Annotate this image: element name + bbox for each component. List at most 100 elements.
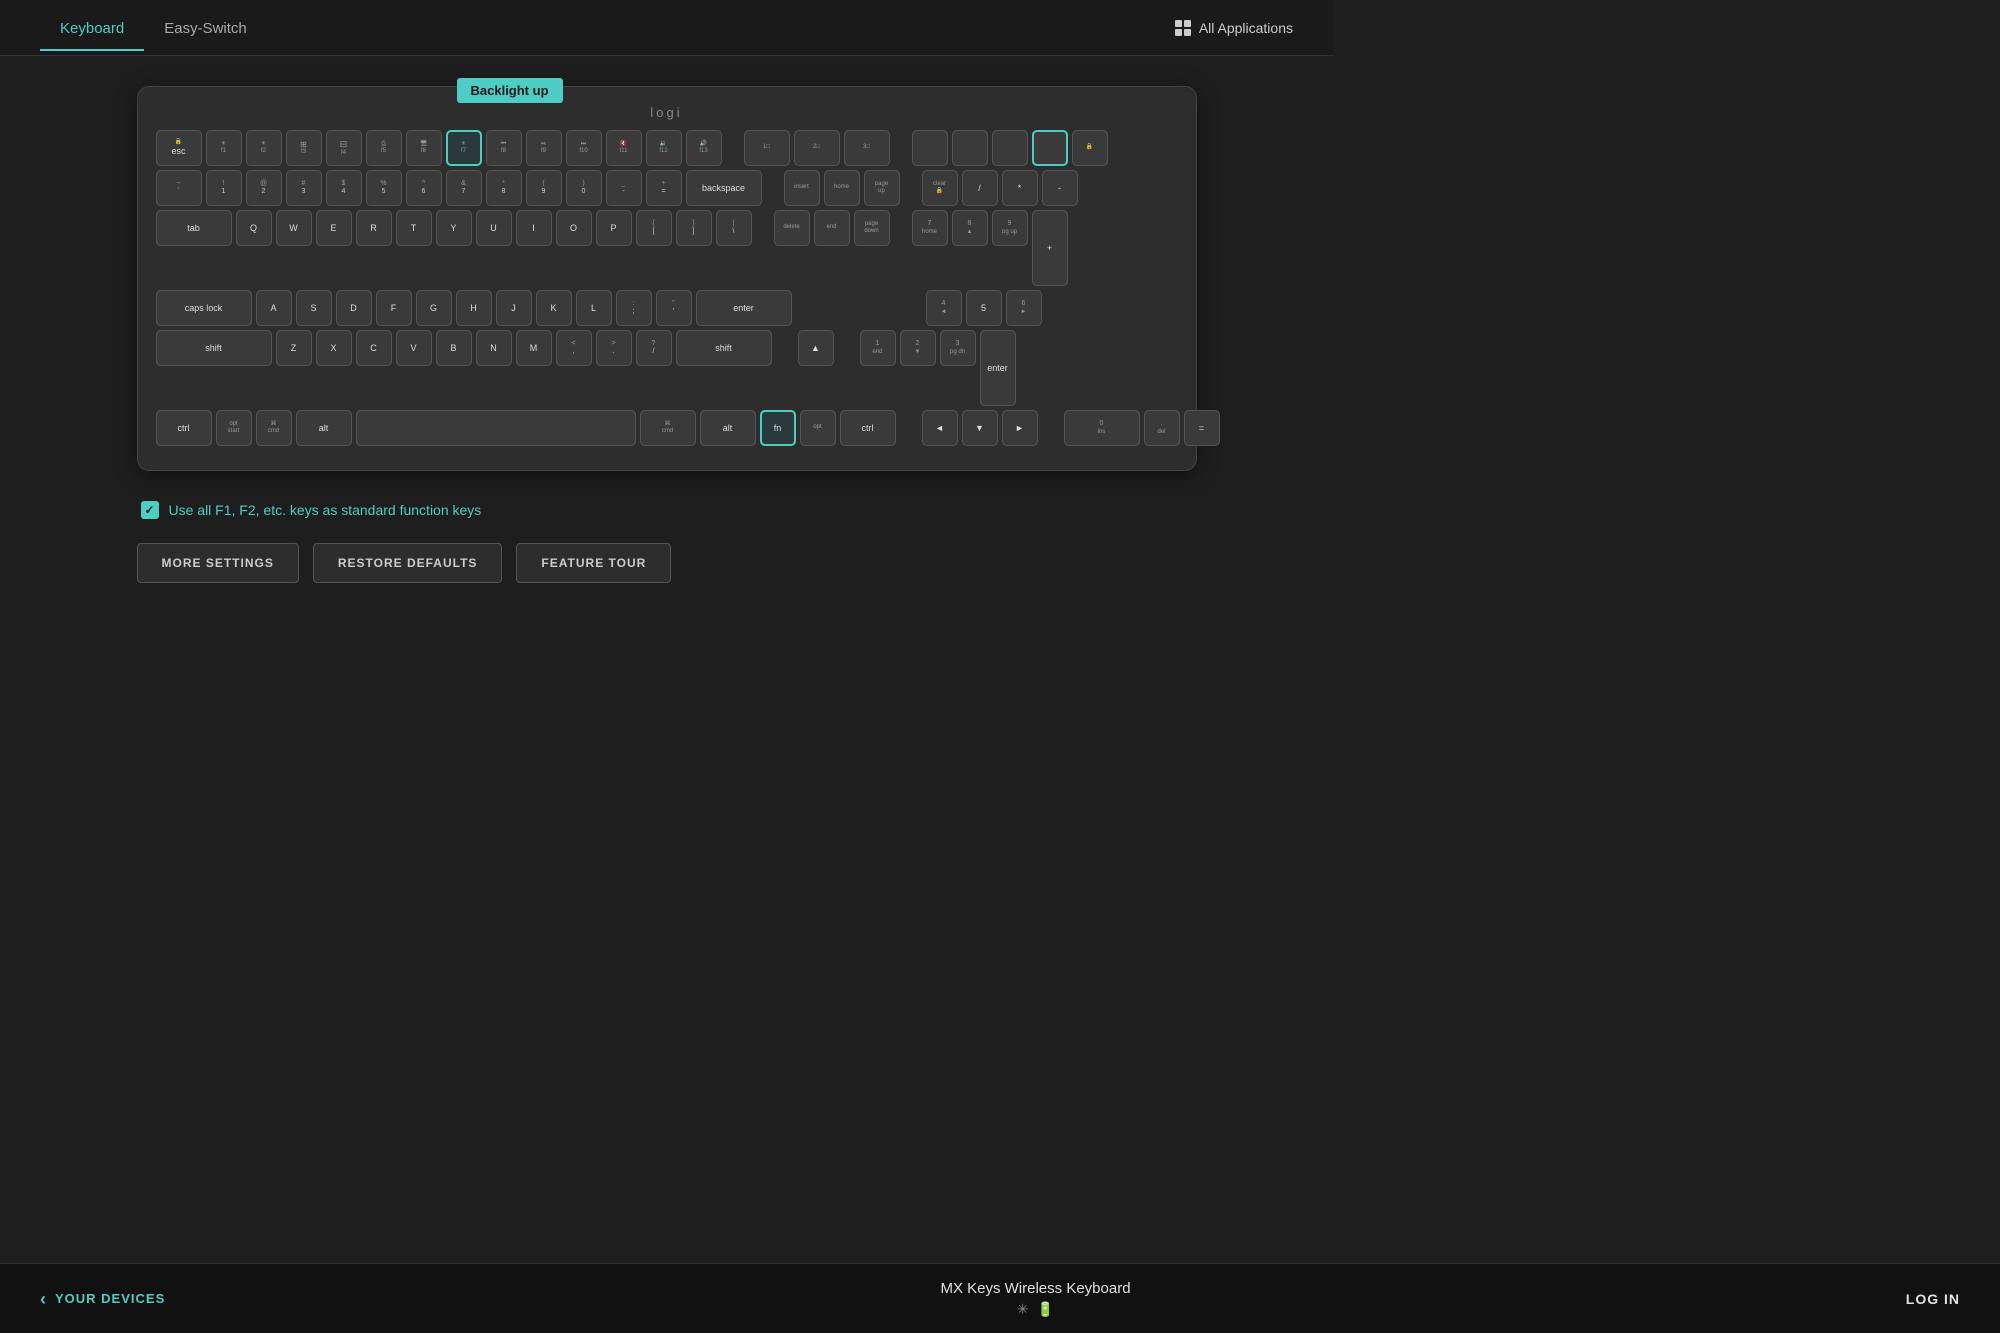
- key-backtick[interactable]: ~ `: [156, 170, 202, 206]
- tab-easyswitch[interactable]: Easy-Switch: [144, 4, 267, 51]
- numpad-6[interactable]: 6 ►: [1006, 290, 1042, 326]
- key-pageup[interactable]: page up: [864, 170, 900, 206]
- key-9[interactable]: ( 9: [526, 170, 562, 206]
- key-n[interactable]: N: [476, 330, 512, 366]
- all-applications-button[interactable]: All Applications: [1175, 20, 1293, 36]
- numpad-0[interactable]: 0 ins: [1064, 410, 1140, 446]
- key-r[interactable]: R: [356, 210, 392, 246]
- function-keys-checkbox[interactable]: [141, 501, 159, 519]
- numpad-slash[interactable]: /: [962, 170, 998, 206]
- key-f7-backlight-up[interactable]: ☀ f7: [446, 130, 482, 166]
- key-easyswitch-3[interactable]: 3□: [844, 130, 890, 166]
- key-delete[interactable]: delete: [774, 210, 810, 246]
- key-b[interactable]: B: [436, 330, 472, 366]
- key-easyswitch-2[interactable]: 2□: [794, 130, 840, 166]
- key-top-r1[interactable]: [912, 130, 948, 166]
- numpad-dot[interactable]: . del: [1144, 410, 1180, 446]
- key-opt[interactable]: opt: [800, 410, 836, 446]
- key-2[interactable]: @ 2: [246, 170, 282, 206]
- key-equals[interactable]: + =: [646, 170, 682, 206]
- numpad-7[interactable]: 7 home: [912, 210, 948, 246]
- numpad-1[interactable]: 1 end: [860, 330, 896, 366]
- key-7[interactable]: & 7: [446, 170, 482, 206]
- key-z[interactable]: Z: [276, 330, 312, 366]
- key-f4[interactable]: ⊟ f4: [326, 130, 362, 166]
- key-0[interactable]: ) 0: [566, 170, 602, 206]
- key-arrow-right[interactable]: ►: [1002, 410, 1038, 446]
- key-cmd[interactable]: ⌘ cmd: [256, 410, 292, 446]
- key-j[interactable]: J: [496, 290, 532, 326]
- numpad-3[interactable]: 3 pg dn: [940, 330, 976, 366]
- numpad-clear[interactable]: clear 🔒: [922, 170, 958, 206]
- more-settings-button[interactable]: MORE SETTINGS: [137, 543, 299, 583]
- key-pagedown[interactable]: page down: [854, 210, 890, 246]
- key-alt2[interactable]: alt: [700, 410, 756, 446]
- key-top-r4[interactable]: [1032, 130, 1068, 166]
- key-f5[interactable]: ⎙ f5: [366, 130, 402, 166]
- key-backspace[interactable]: backspace: [686, 170, 762, 206]
- numpad-minus[interactable]: -: [1042, 170, 1078, 206]
- key-fn[interactable]: fn: [760, 410, 796, 446]
- numpad-plus[interactable]: +: [1032, 210, 1068, 286]
- tab-keyboard[interactable]: Keyboard: [40, 4, 144, 51]
- key-capslock[interactable]: caps lock: [156, 290, 252, 326]
- key-alt[interactable]: alt: [296, 410, 352, 446]
- numpad-8[interactable]: 8 ▲: [952, 210, 988, 246]
- key-f12[interactable]: 🔉 f12: [646, 130, 682, 166]
- key-w[interactable]: W: [276, 210, 312, 246]
- key-rbracket[interactable]: } ]: [676, 210, 712, 246]
- key-h[interactable]: H: [456, 290, 492, 326]
- key-f2[interactable]: ☀ f2: [246, 130, 282, 166]
- key-3[interactable]: # 3: [286, 170, 322, 206]
- key-f3[interactable]: ⊞ f3: [286, 130, 322, 166]
- key-rctrl[interactable]: ctrl: [840, 410, 896, 446]
- key-rshift[interactable]: shift: [676, 330, 772, 366]
- key-k[interactable]: K: [536, 290, 572, 326]
- key-arrow-down[interactable]: ▼: [962, 410, 998, 446]
- key-s[interactable]: S: [296, 290, 332, 326]
- key-l[interactable]: L: [576, 290, 612, 326]
- numpad-equals[interactable]: =: [1184, 410, 1220, 446]
- key-top-r2[interactable]: [952, 130, 988, 166]
- key-c[interactable]: C: [356, 330, 392, 366]
- feature-tour-button[interactable]: FEATURE TOUR: [516, 543, 671, 583]
- key-o[interactable]: O: [556, 210, 592, 246]
- key-quote[interactable]: " ': [656, 290, 692, 326]
- key-f6[interactable]: 🖥 f6: [406, 130, 442, 166]
- key-end[interactable]: end: [814, 210, 850, 246]
- numpad-5[interactable]: 5: [966, 290, 1002, 326]
- key-f[interactable]: F: [376, 290, 412, 326]
- key-i[interactable]: I: [516, 210, 552, 246]
- key-lshift[interactable]: shift: [156, 330, 272, 366]
- key-m[interactable]: M: [516, 330, 552, 366]
- key-f11[interactable]: 🔇 f11: [606, 130, 642, 166]
- key-f9[interactable]: ⏯ f9: [526, 130, 562, 166]
- key-5[interactable]: % 5: [366, 170, 402, 206]
- key-g[interactable]: G: [416, 290, 452, 326]
- key-arrow-up[interactable]: ▲: [798, 330, 834, 366]
- key-opt-start[interactable]: opt start: [216, 410, 252, 446]
- key-f10[interactable]: ⏭ f10: [566, 130, 602, 166]
- key-top-lock[interactable]: 🔒: [1072, 130, 1108, 166]
- numpad-star[interactable]: *: [1002, 170, 1038, 206]
- key-y[interactable]: Y: [436, 210, 472, 246]
- key-backslash[interactable]: | \: [716, 210, 752, 246]
- numpad-4[interactable]: 4 ◄: [926, 290, 962, 326]
- key-arrow-left[interactable]: ◄: [922, 410, 958, 446]
- your-devices-button[interactable]: ‹ YOUR DEVICES: [40, 1290, 165, 1308]
- key-top-r3[interactable]: [992, 130, 1028, 166]
- key-f13[interactable]: 🔊 f13: [686, 130, 722, 166]
- key-p[interactable]: P: [596, 210, 632, 246]
- key-u[interactable]: U: [476, 210, 512, 246]
- key-f8[interactable]: ⏮ f8: [486, 130, 522, 166]
- key-comma[interactable]: < ,: [556, 330, 592, 366]
- key-slash[interactable]: ? /: [636, 330, 672, 366]
- key-alt-r[interactable]: ⌘ cmd: [640, 410, 696, 446]
- key-insert[interactable]: insert: [784, 170, 820, 206]
- key-a[interactable]: A: [256, 290, 292, 326]
- log-in-button[interactable]: LOG IN: [1906, 1291, 1960, 1307]
- key-e[interactable]: E: [316, 210, 352, 246]
- key-8[interactable]: * 8: [486, 170, 522, 206]
- key-q[interactable]: Q: [236, 210, 272, 246]
- key-1[interactable]: ! 1: [206, 170, 242, 206]
